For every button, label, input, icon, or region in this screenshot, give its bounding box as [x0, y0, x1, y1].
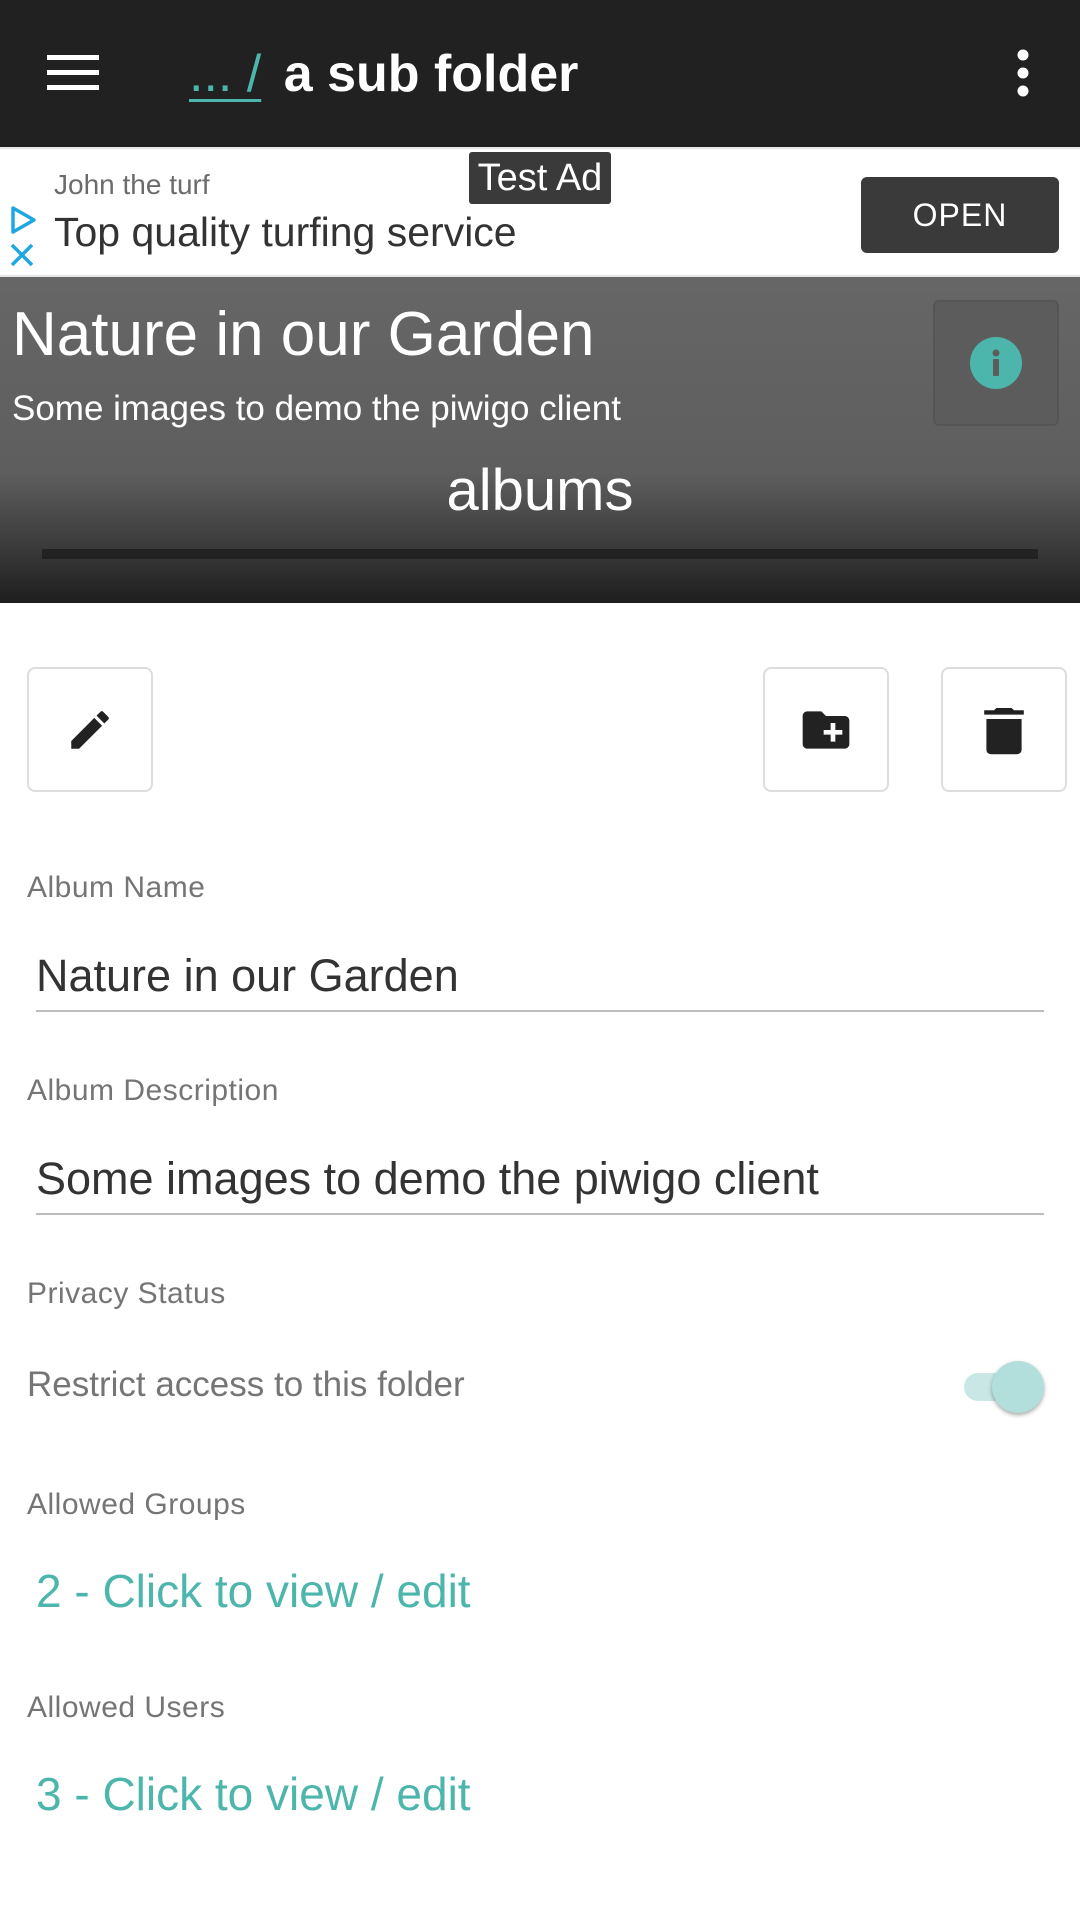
add-folder-button[interactable]: [763, 667, 889, 792]
album-title: Nature in our Garden: [12, 300, 595, 369]
toggle-thumb: [992, 1361, 1044, 1413]
pencil-icon: [71, 710, 109, 749]
breadcrumb-parent-link[interactable]: ... /: [189, 45, 261, 103]
album-info-button[interactable]: [933, 300, 1059, 426]
breadcrumb: ... / a sub folder: [189, 44, 578, 104]
hamburger-menu-icon[interactable]: [40, 43, 106, 103]
restrict-access-toggle[interactable]: [960, 1358, 1044, 1413]
delete-button[interactable]: [941, 667, 1067, 792]
ad-open-button[interactable]: OPEN: [861, 177, 1059, 253]
more-vert-icon[interactable]: [1000, 40, 1046, 106]
test-ad-badge: Test Ad: [469, 152, 611, 204]
privacy-status-label: Privacy Status: [27, 1277, 226, 1310]
adchoices-icon[interactable]: [8, 205, 38, 240]
allowed-users-link[interactable]: 3 - Click to view / edit: [36, 1767, 471, 1821]
album-description-label: Album Description: [27, 1074, 279, 1107]
create-folder-icon: [802, 710, 850, 749]
album-description: Some images to demo the piwigo client: [12, 389, 621, 428]
info-icon: [970, 337, 1022, 389]
album-description-field[interactable]: [36, 1145, 1044, 1215]
allowed-groups-label: Allowed Groups: [27, 1488, 246, 1521]
album-name-label: Album Name: [27, 871, 206, 904]
restrict-access-label: Restrict access to this folder: [27, 1365, 465, 1404]
album-header: Nature in our Garden Some images to demo…: [0, 277, 1080, 603]
allowed-users-label: Allowed Users: [27, 1691, 226, 1724]
ad-headline: Top quality turfing service: [54, 209, 517, 255]
ad-banner[interactable]: John the turf Top quality turfing servic…: [0, 147, 1080, 277]
album-name-field[interactable]: [36, 942, 1044, 1012]
current-folder-title: a sub folder: [283, 45, 579, 103]
albums-divider: [42, 549, 1038, 559]
close-icon[interactable]: [8, 241, 36, 274]
trash-icon: [984, 707, 1024, 754]
albums-section-label: albums: [446, 458, 634, 523]
ad-advertiser: John the turf: [54, 169, 210, 200]
app-bar: ... / a sub folder: [0, 0, 1080, 147]
allowed-groups-link[interactable]: 2 - Click to view / edit: [36, 1564, 471, 1618]
edit-button[interactable]: [27, 667, 153, 792]
